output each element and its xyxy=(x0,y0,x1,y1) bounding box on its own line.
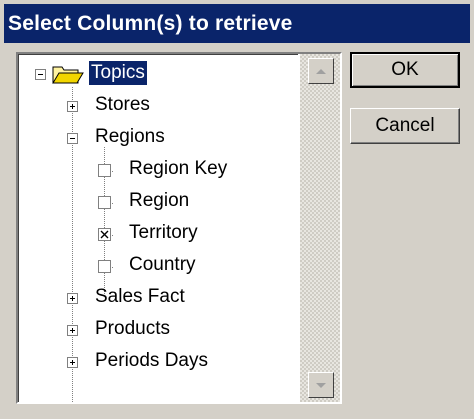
region-checkbox[interactable] xyxy=(98,196,111,209)
check-x-icon xyxy=(100,230,109,239)
tree-item-products[interactable]: Products xyxy=(95,317,170,341)
tree-item-periods-days[interactable]: Periods Days xyxy=(95,349,208,373)
expand-sales-fact-toggle[interactable] xyxy=(67,293,78,304)
cancel-button[interactable]: Cancel xyxy=(350,108,460,144)
open-folder-icon xyxy=(52,63,84,90)
scroll-down-button[interactable] xyxy=(308,372,334,398)
vertical-scrollbar[interactable] xyxy=(300,54,340,402)
region-key-checkbox[interactable] xyxy=(98,164,111,177)
tree-item-stores[interactable]: Stores xyxy=(95,93,150,117)
tree-item-region[interactable]: Region xyxy=(129,189,189,213)
territory-checkbox[interactable] xyxy=(98,228,111,241)
expand-periods-days-toggle[interactable] xyxy=(67,357,78,368)
tree-view: Topics Stores Regions Region Key Region … xyxy=(18,54,298,402)
select-columns-dialog: Select Column(s) to retrieve Topics Stor… xyxy=(0,0,474,419)
tree-item-sales-fact[interactable]: Sales Fact xyxy=(95,285,185,309)
tree-item-regions[interactable]: Regions xyxy=(95,125,165,149)
scroll-up-button[interactable] xyxy=(308,58,334,84)
topics-tree[interactable]: Topics Stores Regions Region Key Region … xyxy=(16,52,342,404)
country-checkbox[interactable] xyxy=(98,260,111,273)
tree-item-region-key[interactable]: Region Key xyxy=(129,157,227,181)
ok-button[interactable]: OK xyxy=(350,52,460,88)
expand-products-toggle[interactable] xyxy=(67,325,78,336)
tree-item-topics[interactable]: Topics xyxy=(88,60,148,86)
expand-stores-toggle[interactable] xyxy=(67,101,78,112)
tree-item-country[interactable]: Country xyxy=(129,253,196,277)
collapse-topics-toggle[interactable] xyxy=(35,69,46,80)
tree-line xyxy=(72,87,73,363)
arrow-down-icon xyxy=(316,383,326,388)
collapse-regions-toggle[interactable] xyxy=(67,133,78,144)
arrow-up-icon xyxy=(316,69,326,74)
window-title: Select Column(s) to retrieve xyxy=(4,4,470,43)
tree-item-territory[interactable]: Territory xyxy=(129,221,198,245)
